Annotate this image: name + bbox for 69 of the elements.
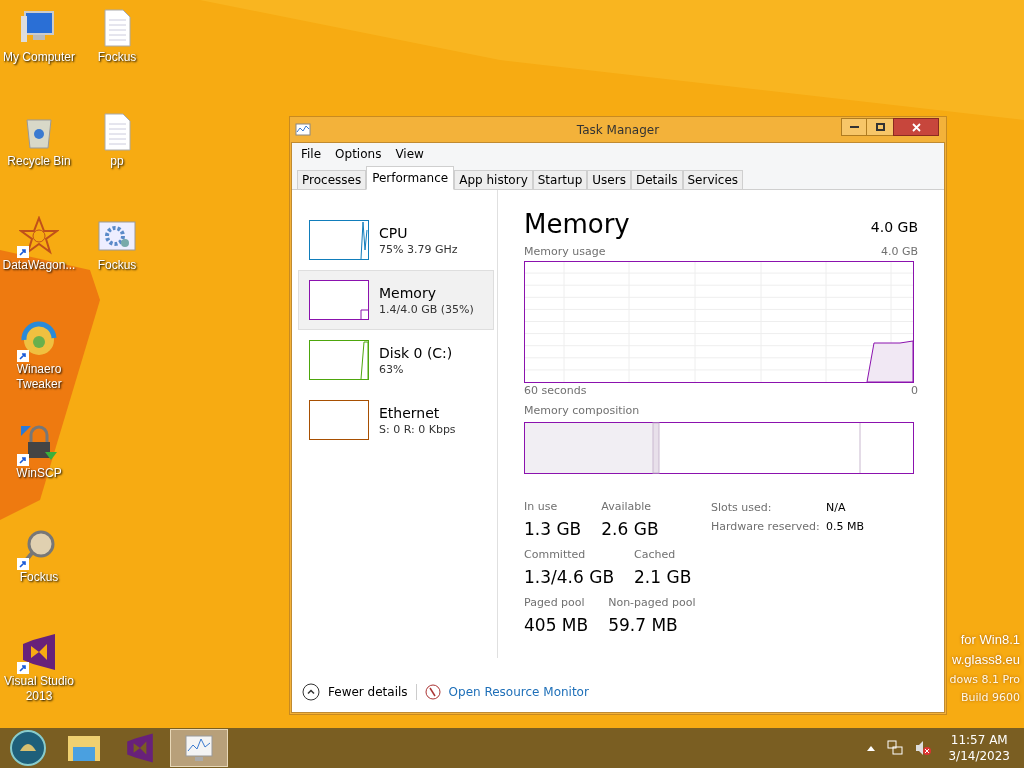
taskbar-button[interactable] <box>170 729 228 767</box>
chart-label: Memory composition <box>524 403 641 419</box>
resource-detail: 75% 3.79 GHz <box>379 241 458 257</box>
close-icon <box>911 122 921 132</box>
menu-item[interactable]: File <box>301 145 322 163</box>
minimize-button[interactable] <box>841 118 867 136</box>
watermark-text: Build 9600 <box>960 690 1020 706</box>
stat-value: 1.3/4.6 GB <box>524 565 615 589</box>
maximize-button[interactable] <box>867 118 893 136</box>
clock-time[interactable]: 11:57 AM <box>950 732 1008 748</box>
resource-item[interactable]: Memory 1.4/4.0 GB (35%) <box>298 270 494 330</box>
stat-label: In use <box>524 499 559 514</box>
stat-value: 1.3 GB <box>524 517 582 541</box>
fewer-details-button[interactable]: Fewer details <box>302 683 408 701</box>
watermark-text: dows 8.1 Pro <box>949 672 1020 688</box>
detail-label: Hardware reserved: <box>711 519 821 535</box>
stat-label: Available <box>601 499 653 514</box>
close-button[interactable] <box>893 118 939 136</box>
start-orb-icon[interactable] <box>9 729 47 767</box>
resource-detail: S: 0 R: 0 Kbps <box>379 421 456 437</box>
stat-label: Paged pool <box>524 595 586 610</box>
menu-item[interactable]: Options <box>335 145 382 163</box>
tab[interactable]: Startup <box>532 170 588 190</box>
resource-name: Memory <box>379 283 437 302</box>
stat-label: Committed <box>524 547 587 562</box>
volume-muted-icon[interactable] <box>914 739 933 757</box>
tab[interactable]: Details <box>630 170 683 190</box>
total-memory: 4.0 GB <box>870 218 918 237</box>
stat-value: 2.1 GB <box>634 565 692 589</box>
chevron-up-icon[interactable] <box>866 744 877 752</box>
watermark-text: for Win8.1 <box>960 631 1020 649</box>
chart-max-label: 4.0 GB <box>880 244 918 260</box>
detail-value: 0.5 MB <box>826 519 865 535</box>
clock-date[interactable]: 3/14/2023 <box>948 748 1010 764</box>
detail-value: N/A <box>826 499 847 516</box>
panel-title: Memory <box>524 208 630 240</box>
resource-item[interactable]: Disk 0 (C:) 63% <box>298 330 494 390</box>
tab[interactable]: Users <box>587 170 631 190</box>
window-title: Task Manager <box>576 122 660 139</box>
tab[interactable]: App history <box>454 170 533 190</box>
gauge-icon <box>424 684 441 700</box>
stat-label: Cached <box>634 547 677 562</box>
chart-label: Memory usage <box>524 244 606 260</box>
axis-label: 60 seconds <box>524 382 587 399</box>
resource-name: CPU <box>379 223 409 242</box>
monitor-graph-icon[interactable] <box>183 733 215 763</box>
tab[interactable]: Services <box>682 170 744 190</box>
chevron-up-icon <box>302 683 320 701</box>
resource-item[interactable]: CPU 75% 3.79 GHz <box>298 210 494 270</box>
app-icon <box>295 123 311 137</box>
stat-value: 405 MB <box>524 613 589 637</box>
tab[interactable]: Processes <box>297 170 367 190</box>
resource-detail: 63% <box>379 361 405 377</box>
resource-name: Disk 0 (C:) <box>379 343 453 362</box>
stat-value: 2.6 GB <box>601 517 659 541</box>
watermark-text: w.glass8.eu <box>952 651 1020 669</box>
stat-value: 59.7 MB <box>608 613 679 637</box>
stat-label: Non-paged pool <box>608 595 696 610</box>
star-icon[interactable] <box>19 216 59 256</box>
axis-label: 0 <box>911 382 918 399</box>
resource-item[interactable]: Ethernet S: 0 R: 0 Kbps <box>298 390 494 450</box>
resource-monitor-link[interactable]: Open Resource Monitor <box>448 683 589 701</box>
resource-detail: 1.4/4.0 GB (35%) <box>379 301 474 317</box>
detail-label: Slots used: <box>711 499 773 516</box>
tab[interactable]: Performance <box>366 166 455 190</box>
folder-icon[interactable] <box>67 733 101 763</box>
resource-name: Ethernet <box>379 403 441 422</box>
network-icon[interactable] <box>886 739 905 757</box>
menu-item[interactable]: View <box>395 145 424 163</box>
